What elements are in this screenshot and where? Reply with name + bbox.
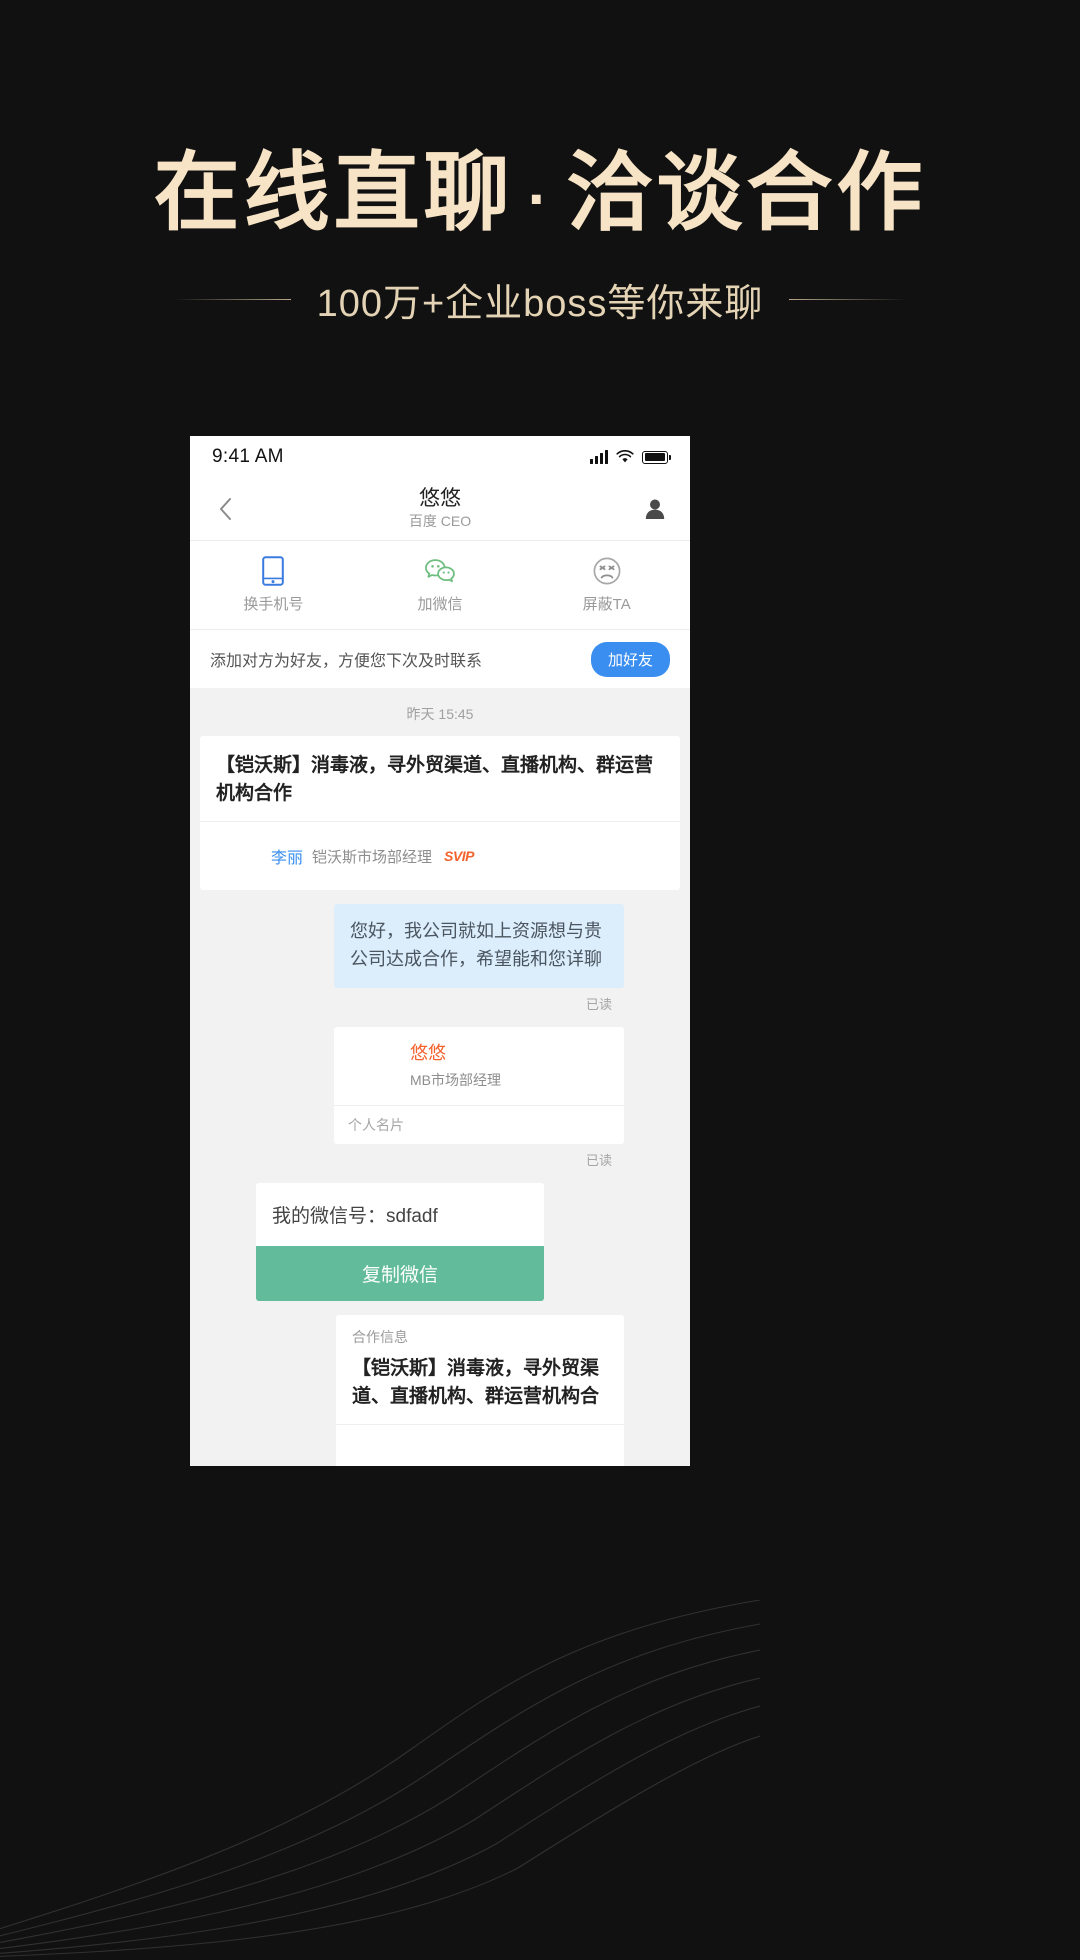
wechat-id-label: 我的微信号： [272, 1205, 387, 1227]
avatar [634, 1315, 680, 1361]
avatar [634, 904, 680, 950]
avatar [200, 1183, 246, 1229]
job-card-message[interactable]: 【铠沃斯】消毒液，寻外贸渠道、直播机构、群运营机构合作 李丽 铠沃斯市场部经理 … [200, 736, 680, 891]
nav-title-block: 悠悠 百度 CEO [190, 487, 690, 530]
headline-left: 在线直聊 [153, 145, 514, 241]
phone-icon [258, 556, 288, 586]
nav-header: 悠悠 百度 CEO [190, 478, 690, 540]
action-label: 加微信 [417, 596, 463, 613]
read-receipt: 已读 [585, 1152, 612, 1168]
name-card-footer: 个人名片 [334, 1104, 624, 1144]
avatar [216, 833, 262, 879]
avatar [352, 1435, 386, 1466]
headline: 在线直聊 · 洽谈合作 [0, 148, 1080, 238]
subtitle: 100万+企业boss等你来聊 [316, 283, 764, 326]
avatar [348, 1041, 398, 1091]
signal-icon [590, 450, 608, 464]
add-friend-text: 添加对方为好友，方便您下次及时联系 [210, 653, 483, 670]
name-card-message[interactable]: 悠悠 MB市场部经理 个人名片 [334, 1026, 624, 1144]
wechat-card-message: 我的微信号：sdfadf 复制微信 [256, 1182, 544, 1301]
name-card-top: 悠悠 MB市场部经理 [334, 1027, 624, 1105]
action-label: 屏蔽TA [582, 596, 631, 613]
svip-badge: SVIP [444, 848, 474, 865]
decorative-swoosh [0, 1600, 760, 1957]
promo-banner: 在线直聊 · 洽谈合作 100万+企业boss等你来聊 [0, 0, 1080, 327]
job-card-author: 李丽 铠沃斯市场部经理 SVIP [200, 821, 680, 890]
page-subtitle: 百度 CEO [408, 513, 472, 530]
message-thread: 昨天 15:45 【铠沃斯】消毒液，寻外贸渠道、直播机构、群运营机构合作 李丽 … [190, 688, 690, 1466]
subtitle-row: 100万+企业boss等你来聊 [0, 272, 1080, 327]
subtitle-rule-right [789, 299, 908, 301]
job-card-author-role: 铠沃斯市场部经理 [312, 848, 433, 866]
quick-action-row: 换手机号 加微信 屏蔽TA [190, 540, 690, 630]
page-title: 悠悠 [419, 487, 461, 511]
chevron-left-icon[interactable] [208, 492, 242, 526]
message-row-coop-card: 合作信息 【铠沃斯】消毒液，寻外贸渠道、直播机构、群运营机构合 [190, 1314, 690, 1466]
wifi-icon [616, 450, 634, 463]
copy-wechat-button[interactable]: 复制微信 [256, 1245, 544, 1301]
message-row-wechat-card: 我的微信号：sdfadf 复制微信 [190, 1182, 690, 1301]
message-bubble-text[interactable]: 您好，我公司就如上资源想与贵公司达成合作，希望能和您详聊 [334, 904, 624, 988]
add-friend-button[interactable]: 加好友 [590, 641, 670, 677]
status-bar: 9:41 AM [190, 436, 690, 478]
job-card-author-name: 李丽 [271, 850, 304, 868]
read-receipt: 已读 [585, 996, 612, 1012]
coop-card-message[interactable]: 合作信息 【铠沃斯】消毒液，寻外贸渠道、直播机构、群运营机构合 [336, 1314, 624, 1466]
person-icon[interactable] [638, 492, 672, 526]
headline-separator-dot: · [527, 164, 553, 234]
message-row-namecard: 悠悠 MB市场部经理 个人名片 [190, 1026, 690, 1144]
add-friend-bar: 添加对方为好友，方便您下次及时联系 加好友 [190, 630, 690, 688]
status-bar-time: 9:41 AM [212, 446, 284, 467]
action-label: 换手机号 [243, 596, 304, 613]
status-bar-indicators [590, 450, 671, 464]
message-row-outgoing: 您好，我公司就如上资源想与贵公司达成合作，希望能和您详聊 [190, 904, 690, 988]
wechat-icon [425, 556, 455, 586]
wechat-id-line: 我的微信号：sdfadf [256, 1182, 544, 1246]
action-add-wechat[interactable]: 加微信 [357, 541, 524, 629]
thread-timestamp: 昨天 15:45 [406, 706, 474, 722]
block-face-icon [592, 556, 622, 586]
job-card-title: 【铠沃斯】消毒液，寻外贸渠道、直播机构、群运营机构合作 [216, 755, 654, 804]
subtitle-rule-left [172, 299, 291, 301]
battery-icon [642, 450, 671, 464]
coop-card-footer [336, 1423, 624, 1466]
coop-card-title: 【铠沃斯】消毒液，寻外贸渠道、直播机构、群运营机构合 [352, 1357, 600, 1408]
action-change-phone[interactable]: 换手机号 [190, 541, 357, 629]
name-card-role: MB市场部经理 [410, 1072, 501, 1089]
phone-mockup: 9:41 AM 悠悠 百度 CEO 换手机号 加微信 屏蔽TA 添加对方为好友，… [190, 436, 690, 1466]
name-card-name: 悠悠 [410, 1043, 446, 1064]
action-block-user[interactable]: 屏蔽TA [523, 541, 690, 629]
wechat-id-value: sdfadf [386, 1205, 438, 1227]
headline-right: 洽谈合作 [566, 145, 927, 241]
avatar [634, 1027, 680, 1073]
coop-card-tag: 合作信息 [352, 1328, 408, 1345]
